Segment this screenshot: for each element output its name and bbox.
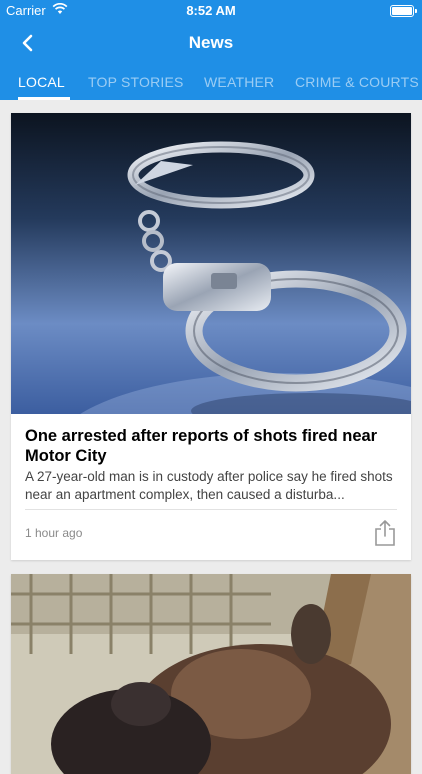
card-divider	[25, 509, 397, 510]
category-tabs: LOCAL TOP STORIES WEATHER CRIME & COURTS	[0, 66, 422, 100]
article-image[interactable]	[11, 113, 411, 414]
article-card[interactable]	[11, 574, 411, 774]
status-bar: Carrier 8:52 AM	[0, 0, 422, 22]
tab-local[interactable]: LOCAL	[18, 74, 65, 90]
tab-top-stories[interactable]: TOP STORIES	[88, 74, 184, 90]
tab-weather[interactable]: WEATHER	[204, 74, 274, 90]
handcuffs-photo	[11, 113, 411, 414]
article-image[interactable]	[11, 574, 411, 774]
nav-bar: News	[0, 22, 422, 66]
article-card[interactable]: One arrested after reports of shots fire…	[11, 113, 411, 560]
share-button[interactable]	[373, 519, 397, 547]
page-title: News	[188, 33, 234, 52]
active-tab-indicator	[18, 97, 70, 100]
status-time: 8:52 AM	[186, 3, 236, 18]
share-icon	[375, 520, 395, 546]
tab-crime-courts[interactable]: CRIME & COURTS	[295, 74, 419, 90]
app-header: Carrier 8:52 AM News LOCAL TOP STORIES W…	[0, 0, 422, 100]
battery-icon	[390, 5, 417, 17]
animals-photo	[11, 574, 411, 774]
article-headline[interactable]: One arrested after reports of shots fire…	[25, 426, 397, 466]
article-summary: A 27-year-old man is in custody after po…	[25, 469, 393, 502]
article-timestamp: 1 hour ago	[25, 526, 83, 540]
